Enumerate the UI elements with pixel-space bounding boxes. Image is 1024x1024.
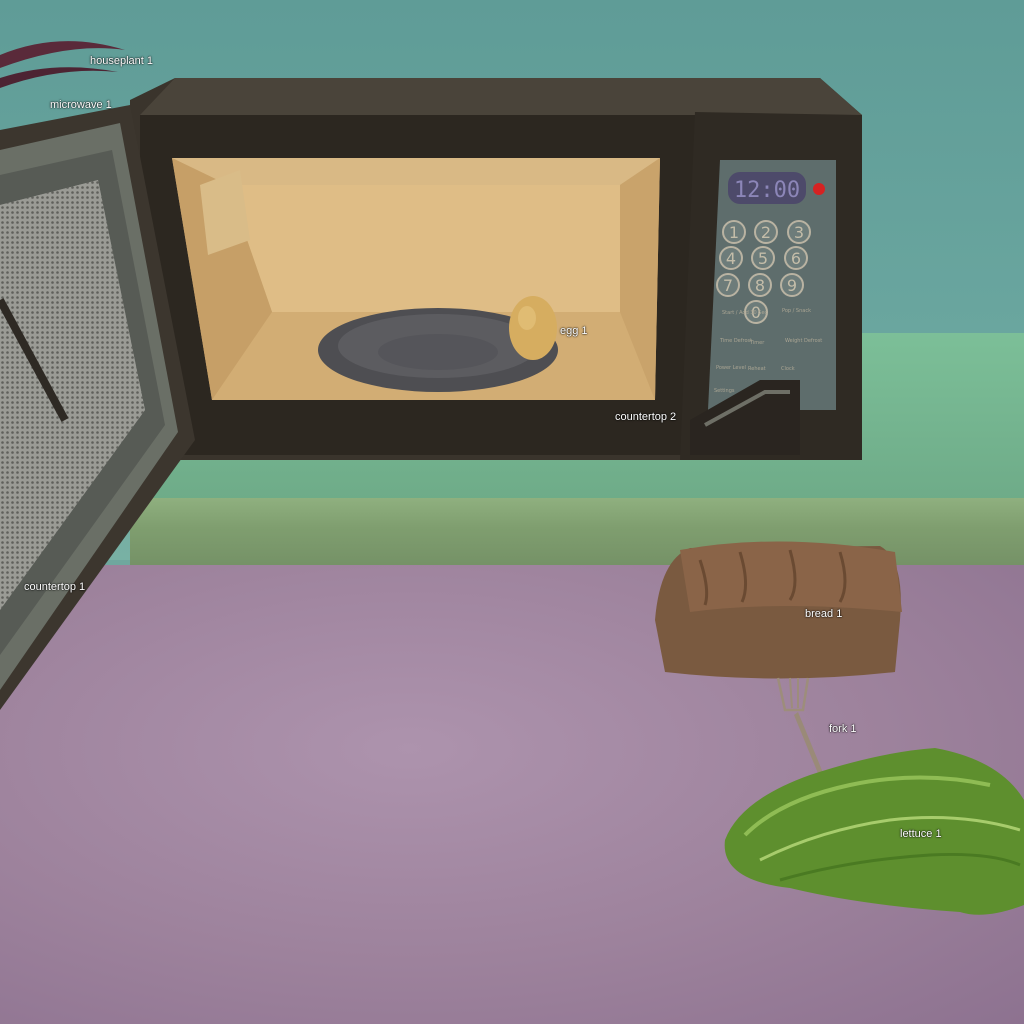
keypad-key-label: 8 (755, 276, 765, 295)
egg[interactable] (509, 296, 557, 360)
panel-button-label[interactable]: Weight Defrost (785, 338, 822, 344)
panel-button-label[interactable]: Timer (749, 340, 765, 346)
keypad-key-label: 2 (761, 223, 771, 242)
fork[interactable] (776, 677, 826, 783)
panel-button-label[interactable]: Time Defrost (719, 338, 752, 344)
keypad-key-3[interactable]: 3 (787, 220, 811, 244)
keypad-key-label: 5 (758, 249, 768, 268)
power-light (813, 183, 825, 195)
panel-button-label[interactable]: Settings (714, 388, 735, 394)
bread[interactable] (655, 541, 902, 679)
keypad-key-6[interactable]: 6 (784, 246, 808, 270)
keypad-key-label: 9 (787, 276, 797, 295)
egg-highlight (518, 306, 536, 330)
label-egg: egg 1 (560, 325, 588, 337)
panel-button-label[interactable]: Clock (781, 366, 795, 372)
keypad-key-label: 7 (723, 276, 733, 295)
panel-button-label[interactable]: Reheat (748, 366, 766, 372)
keypad-key-label: 1 (729, 223, 739, 242)
label-fork: fork 1 (829, 723, 857, 735)
keypad-key-2[interactable]: 2 (754, 220, 778, 244)
label-lettuce: lettuce 1 (900, 828, 942, 840)
keypad-key-label: 6 (791, 249, 801, 268)
panel-button-label[interactable]: Power Level (716, 365, 746, 371)
kitchen-scene: 12:00 1234567890 Start / Add 30 Sec Pop /… (0, 0, 1024, 1024)
clock-text: 12:00 (734, 178, 800, 203)
label-countertop-1: countertop 1 (24, 581, 86, 593)
keypad-key-label: 3 (794, 223, 804, 242)
scene-objects: 12:00 1 2 34 5 67 8 90 Start / Add 30 Sec Pop /… (0, 41, 1024, 915)
keypad-key-1[interactable]: 1 (722, 220, 746, 244)
label-houseplant: houseplant 1 (90, 55, 153, 67)
label-countertop-2: countertop 2 (615, 411, 677, 423)
panel-button-label[interactable]: Start / Add 30 Sec (722, 310, 768, 316)
label-bread: bread 1 (805, 608, 843, 620)
keypad-key-9[interactable]: 9 (780, 273, 804, 297)
label-microwave: microwave 1 (50, 99, 112, 111)
keypad-key-label: 4 (726, 249, 736, 268)
keypad-key-5[interactable]: 5 (751, 246, 775, 270)
keypad-key-4[interactable]: 4 (719, 246, 743, 270)
panel-button-label[interactable]: Pop / Snack (782, 308, 811, 314)
lettuce[interactable] (724, 748, 1024, 915)
keypad-key-8[interactable]: 8 (748, 273, 772, 297)
microwave-control-panel: 12:00 1 2 34 5 67 8 90 Start / Add 30 Sec Pop /… (680, 112, 862, 460)
keypad-key-7[interactable]: 7 (716, 273, 740, 297)
